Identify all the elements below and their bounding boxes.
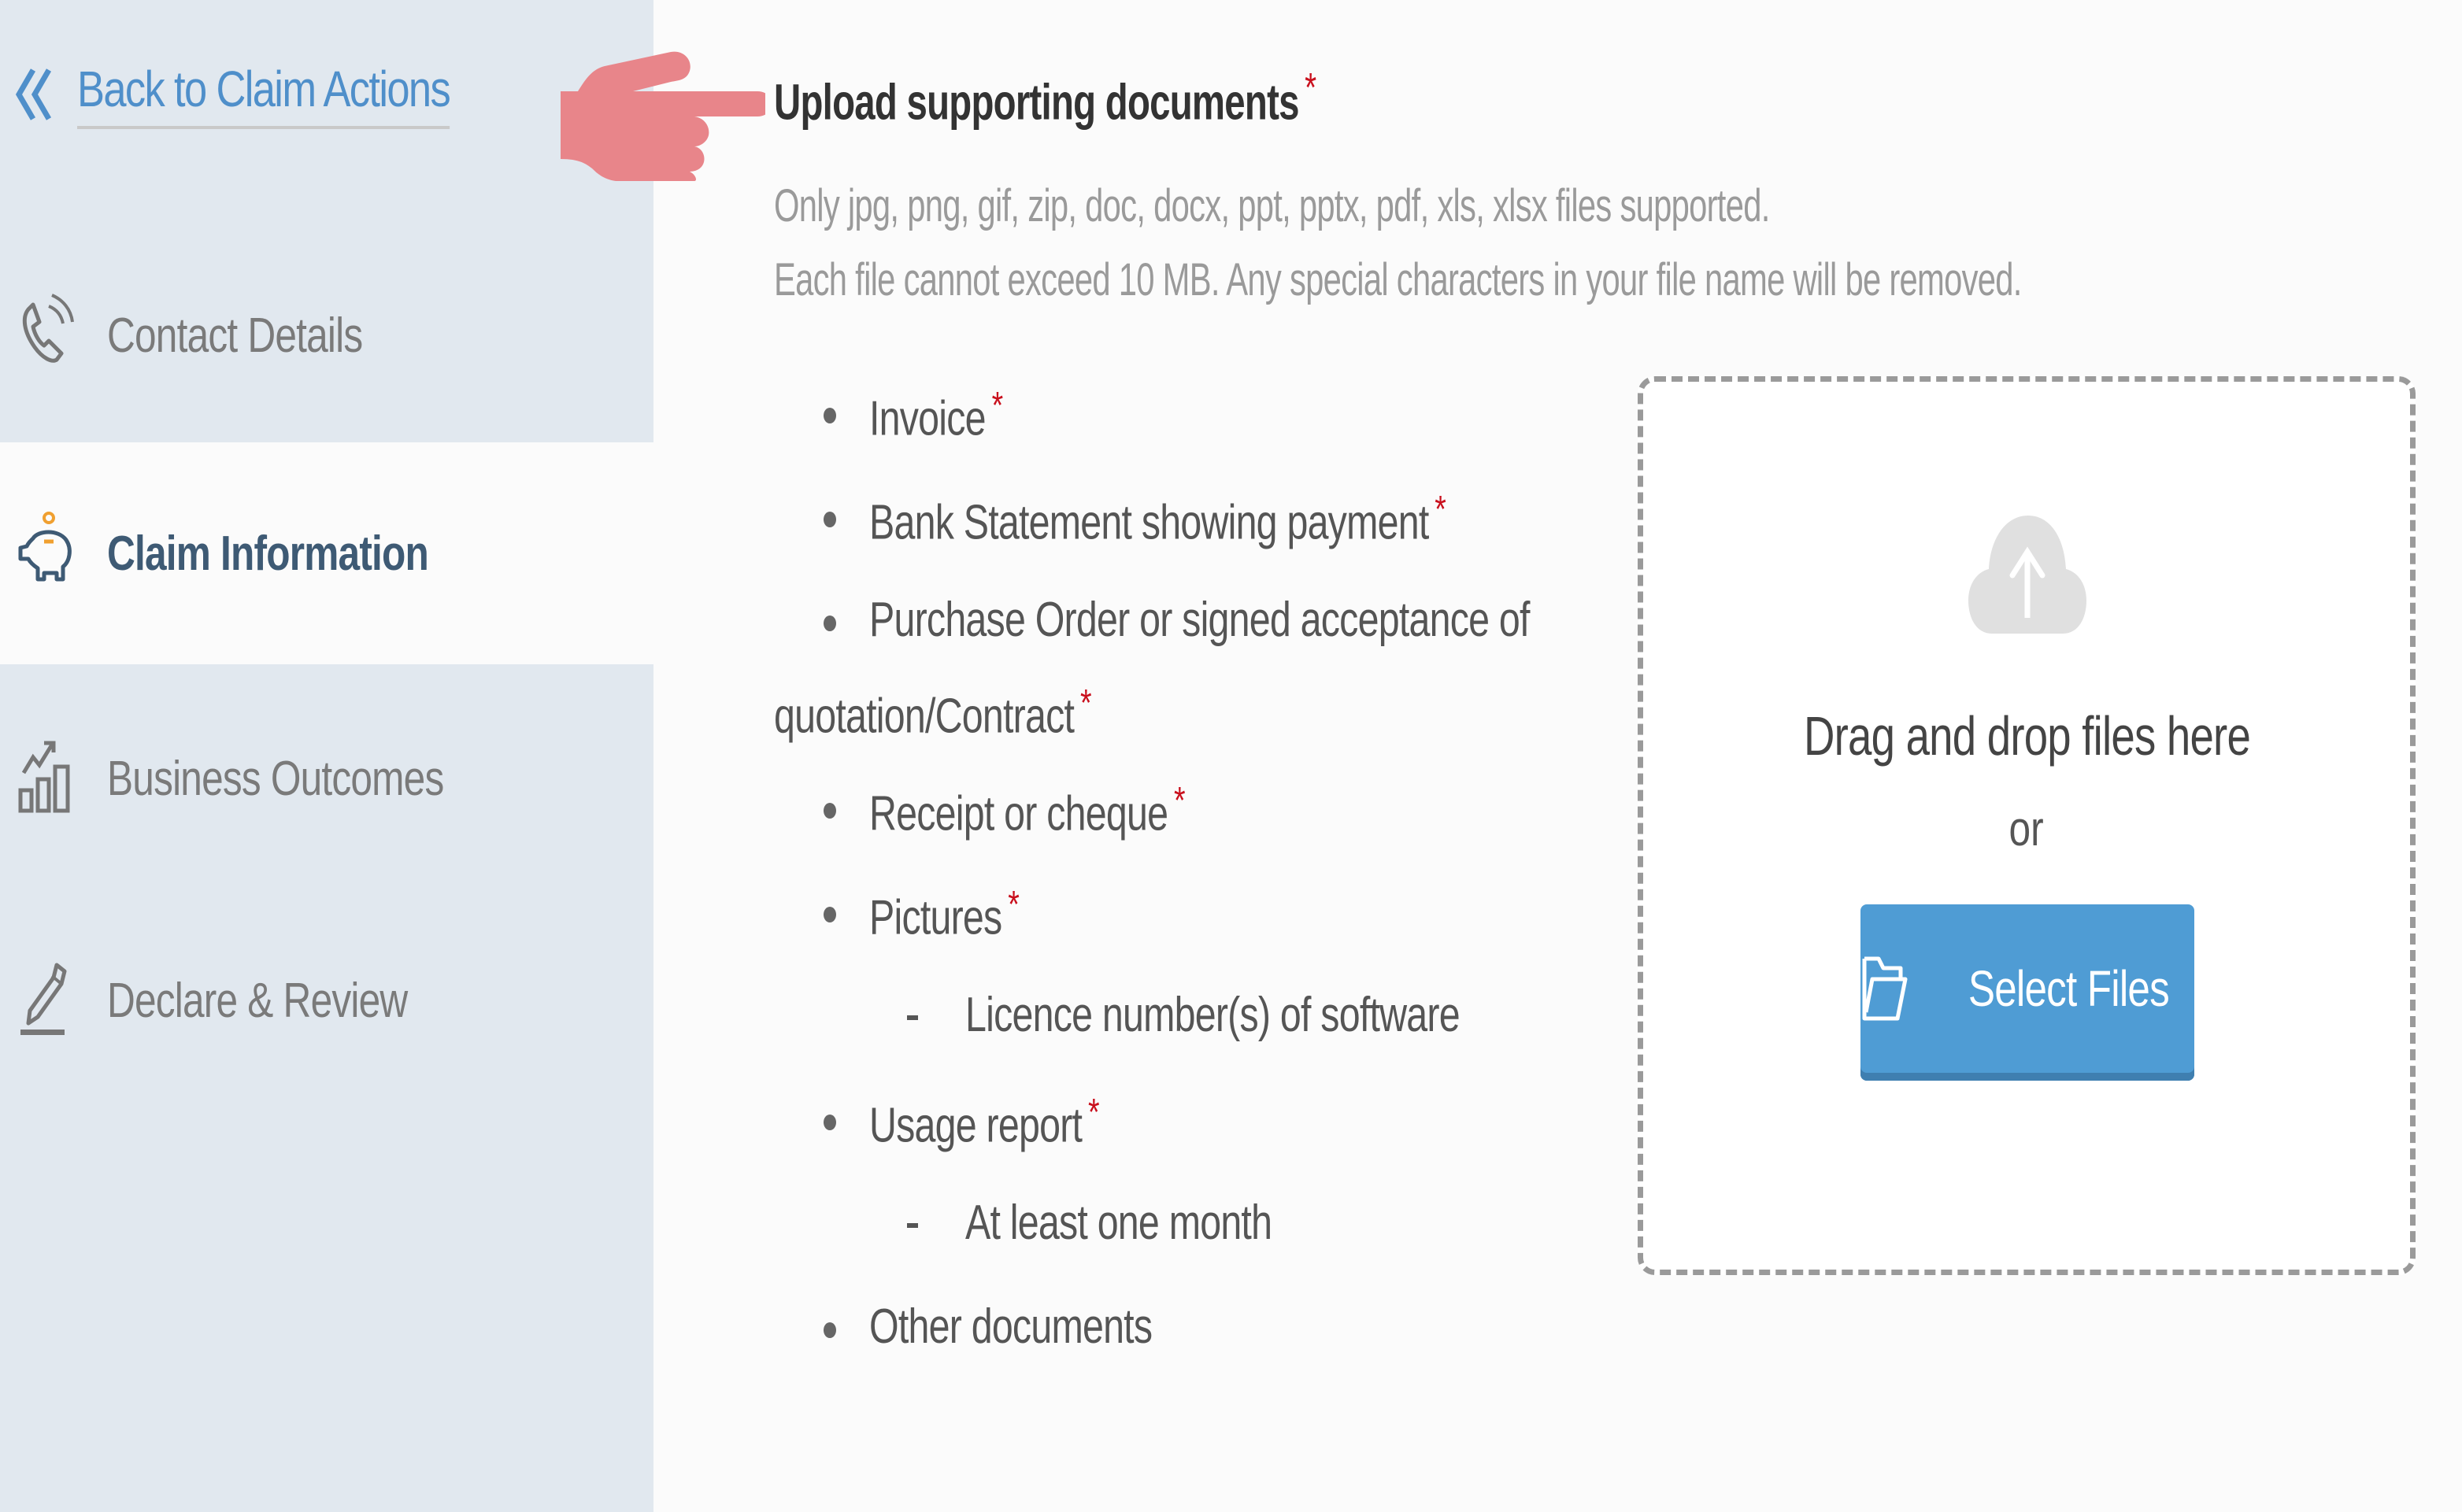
required-marker: *: [1079, 682, 1092, 724]
sidebar-item-declare-review[interactable]: Declare & Review: [0, 889, 653, 1111]
sidebar-item-label: Declare & Review: [107, 973, 408, 1028]
list-item: Usage report *: [869, 1092, 1100, 1153]
list-item: Bank Statement showing payment *: [869, 489, 1446, 550]
back-to-claim-actions-link[interactable]: Back to Claim Actions: [14, 55, 531, 134]
list-bullet: [824, 1322, 836, 1338]
required-marker: *: [1174, 780, 1186, 822]
bar-chart-growth-icon: [18, 741, 70, 813]
list-item: Pictures *: [869, 884, 1020, 945]
list-bullet: [824, 907, 836, 922]
list-item: Receipt or cheque *: [869, 780, 1186, 841]
required-marker: *: [991, 385, 1004, 427]
sidebar-item-label: Contact Details: [107, 308, 363, 363]
sub-list-item: Licence number(s) of software: [965, 988, 1461, 1042]
list-bullet: [824, 408, 836, 423]
list-bullet: [824, 1115, 836, 1130]
list-item: Purchase Order or signed acceptance of: [869, 593, 1530, 647]
file-size-limit-text: Each file cannot exceed 10 MB. Any speci…: [774, 254, 2022, 305]
list-item-continuation: quotation/Contract *: [774, 682, 1092, 744]
list-dash: [907, 1015, 918, 1020]
cloud-upload-icon: [1968, 516, 2086, 634]
sidebar: Back to Claim Actions Contact Details Cl…: [0, 0, 653, 1512]
sidebar-item-label: Claim Information: [107, 526, 429, 581]
select-files-label: Select Files: [1968, 960, 2169, 1017]
dropzone-title: Drag and drop files here: [1803, 705, 2250, 767]
pen-signature-icon: [20, 963, 67, 1035]
select-files-button[interactable]: Select Files: [1860, 904, 2194, 1081]
piggy-bank-icon: [18, 512, 72, 582]
sidebar-item-business-outcomes[interactable]: Business Outcomes: [0, 667, 653, 889]
list-item: Other documents: [869, 1299, 1153, 1354]
back-link-label: Back to Claim Actions: [77, 60, 451, 129]
list-bullet: [824, 616, 836, 631]
dropzone-or-text: or: [2008, 802, 2045, 856]
list-bullet: [824, 803, 836, 819]
required-marker: *: [1088, 1092, 1100, 1133]
list-item: Invoice *: [869, 385, 1004, 446]
folder-open-icon: [1862, 956, 1908, 1021]
supported-formats-text: Only jpg, png, gif, zip, doc, docx, ppt,…: [774, 180, 1770, 231]
sidebar-item-label: Business Outcomes: [107, 751, 444, 806]
required-marker: *: [1008, 884, 1020, 926]
pointing-hand-icon: [561, 51, 765, 181]
list-dash: [907, 1223, 918, 1228]
sidebar-item-contact-details[interactable]: Contact Details: [0, 224, 653, 446]
upload-heading: Upload supporting documents *: [774, 65, 1316, 131]
sub-list-item: At least one month: [965, 1196, 1272, 1250]
sidebar-item-claim-information[interactable]: Claim Information: [0, 442, 653, 664]
double-chevron-left-icon: [15, 68, 52, 120]
required-marker: *: [1435, 489, 1446, 530]
list-bullet: [824, 512, 836, 527]
required-marker: *: [1305, 65, 1316, 111]
phone-icon: [22, 294, 74, 363]
